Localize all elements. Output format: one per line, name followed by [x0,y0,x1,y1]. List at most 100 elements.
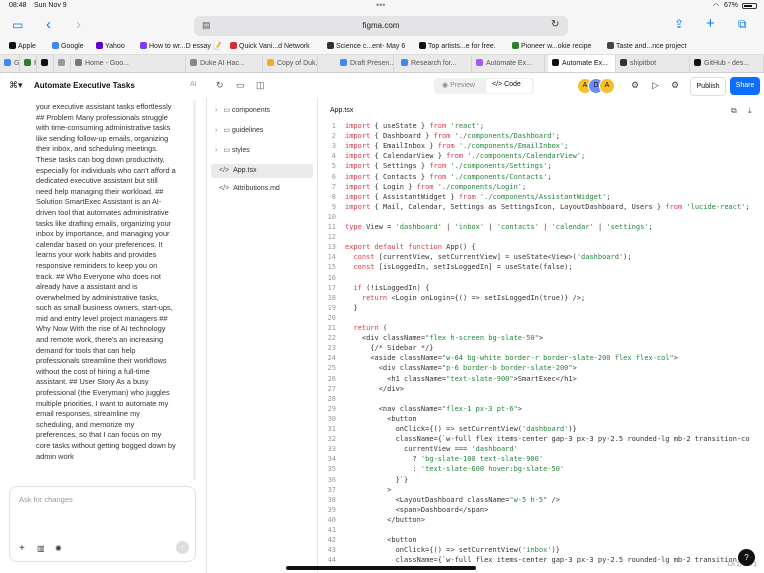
browser-tab[interactable]: P [20,55,37,72]
bookmark-item[interactable]: Science c...ent- May 6 [327,42,405,50]
bookmark-item[interactable]: How to wr...D essay 📝 [140,42,222,50]
line-number: 35 [327,465,336,474]
bookmark-item[interactable]: Apple [9,42,36,50]
share-button[interactable]: Share [730,77,760,95]
line-number: 36 [327,475,336,484]
code-line: <aside className="w-64 bg-white border-r… [345,354,678,363]
chat-input[interactable]: Ask for changes [19,495,73,504]
browser-tab[interactable]: GitHub - des... [690,55,764,72]
status-time: 08:48 [9,2,27,9]
browser-tab[interactable]: shipitbot [616,55,690,72]
browser-tab[interactable]: Duke AI Hac... [186,55,263,72]
code-line: {/* Sidebar */} [345,344,434,353]
folder-label: styles [231,147,250,154]
browser-tab[interactable]: G [0,55,20,72]
play-icon[interactable]: ▷ [652,80,659,91]
bookmark-item[interactable]: Pioneer w...okie recipe [512,42,591,50]
share-icon[interactable]: ⇪ [674,17,684,31]
status-bar: 08:48 Sun Nov 9 ••• ◠ 67% [0,0,764,13]
code-editor: App.tsx ⧉ ⤓ 1 import { useState } from 'r… [318,98,764,573]
line-number: 9 [331,202,336,211]
window-dots[interactable]: ••• [376,0,385,10]
project-title[interactable]: Automate Executive Tasks [34,81,135,90]
folder-item[interactable]: › ▭ components [211,104,313,118]
line-number: 5 [331,162,336,171]
code-line: currentView === 'dashboard' [345,445,518,454]
figma-menu-icon[interactable]: ⌘▾ [9,80,23,91]
add-icon[interactable]: + [19,543,25,554]
sidebar-toggle-icon[interactable]: ▭ [12,18,23,32]
home-indicator [286,566,476,570]
folder-item[interactable]: › ▭ styles [211,144,313,158]
avatar[interactable]: A [599,78,615,94]
line-number: 22 [327,334,336,343]
collaborator-avatars[interactable]: ADA [577,78,625,94]
line-number: 10 [327,212,336,221]
line-number: 39 [327,505,336,514]
plugins-icon[interactable]: ⚙ [631,80,639,91]
line-number: 11 [327,223,336,231]
settings-icon[interactable]: ⚙ [671,80,679,91]
help-button[interactable]: ? [738,549,755,566]
file-label: App.tsx [233,167,257,174]
browser-tab[interactable] [54,55,71,72]
line-number: 44 [327,556,336,565]
book-icon[interactable]: ▥ [37,544,45,553]
address-bar[interactable]: ▤ figma.com ↻ [194,16,568,36]
bookmark-favicon-icon [607,42,614,49]
tab-active[interactable]: Automate Ex... [548,55,616,72]
folder-item[interactable]: › ▭ guidelines [211,124,313,138]
chat-panel: your executive assistant tasks effortles… [0,98,207,573]
file-label: Attributions.md [233,185,280,192]
browser-tab[interactable]: Copy of Duk... [263,55,318,72]
reload-icon[interactable]: ↻ [551,19,559,30]
browser-tab[interactable]: Draft Presen... [336,55,394,72]
file-item[interactable]: </> App.tsx [211,164,313,178]
tab-label: Automate Ex... [562,60,608,67]
browser-tab[interactable]: Home - Goo... [71,55,186,72]
code-line: type View = 'dashboard' | 'inbox' | 'con… [345,223,653,231]
bookmark-item[interactable]: Taste and...nce project [607,42,686,50]
copy-icon[interactable]: ⧉ [731,106,737,116]
split-view-icon[interactable]: ◫ [256,80,265,91]
line-number: 15 [327,263,336,272]
bookmark-item[interactable]: Quick Vani...d Network [230,42,310,50]
back-icon[interactable]: ‹ [46,16,51,33]
line-number: 40 [327,515,336,524]
browser-tab[interactable]: Automate Ex... [472,55,545,72]
send-icon[interactable]: ↑ [176,541,189,554]
line-number: 30 [327,414,336,423]
bookmark-label: Top artists...e for free. [428,43,496,50]
tab-overview-icon[interactable]: ⧉ [738,17,747,32]
browser-tab[interactable] [37,55,54,72]
chat-scrollbar[interactable] [193,100,196,480]
download-icon[interactable]: ⤓ [748,106,752,116]
forward-icon[interactable]: › [76,16,81,33]
refresh-icon[interactable]: ↻ [216,80,224,91]
layout-icon[interactable]: ▭ [236,80,245,91]
tab-label: G [14,60,20,67]
sparkle-icon[interactable]: ✺ [55,544,62,553]
line-number: 27 [327,384,336,393]
tab-favicon-icon [190,59,197,66]
chevron-right-icon: › [215,127,218,134]
browser-tab[interactable]: Research for... [397,55,472,72]
bookmark-item[interactable]: Top artists...e for free. [419,42,496,50]
folder-icon: ▭ [223,127,232,134]
preview-tab[interactable]: ◉ Preview [442,81,475,89]
tab-favicon-icon [4,59,11,66]
bookmark-item[interactable]: Google [52,42,84,50]
view-toggle: ◉ Preview </> Code [434,78,534,94]
file-item[interactable]: </> Attributions.md [211,182,313,196]
file-tree: › ▭ components › ▭ guidelines › ▭ styles </> Ap… [207,98,318,573]
chevron-right-icon: › [215,147,218,154]
publish-button[interactable]: Publish [690,77,726,96]
new-tab-icon[interactable]: + [706,15,715,32]
tab-favicon-icon [24,59,31,66]
bookmark-item[interactable]: Yahoo [96,42,125,50]
line-number: 12 [327,233,336,242]
code-tab[interactable]: </> Code [486,79,532,93]
line-number: 23 [327,344,336,353]
line-number: 16 [327,273,336,282]
tab-favicon-icon [552,59,559,66]
